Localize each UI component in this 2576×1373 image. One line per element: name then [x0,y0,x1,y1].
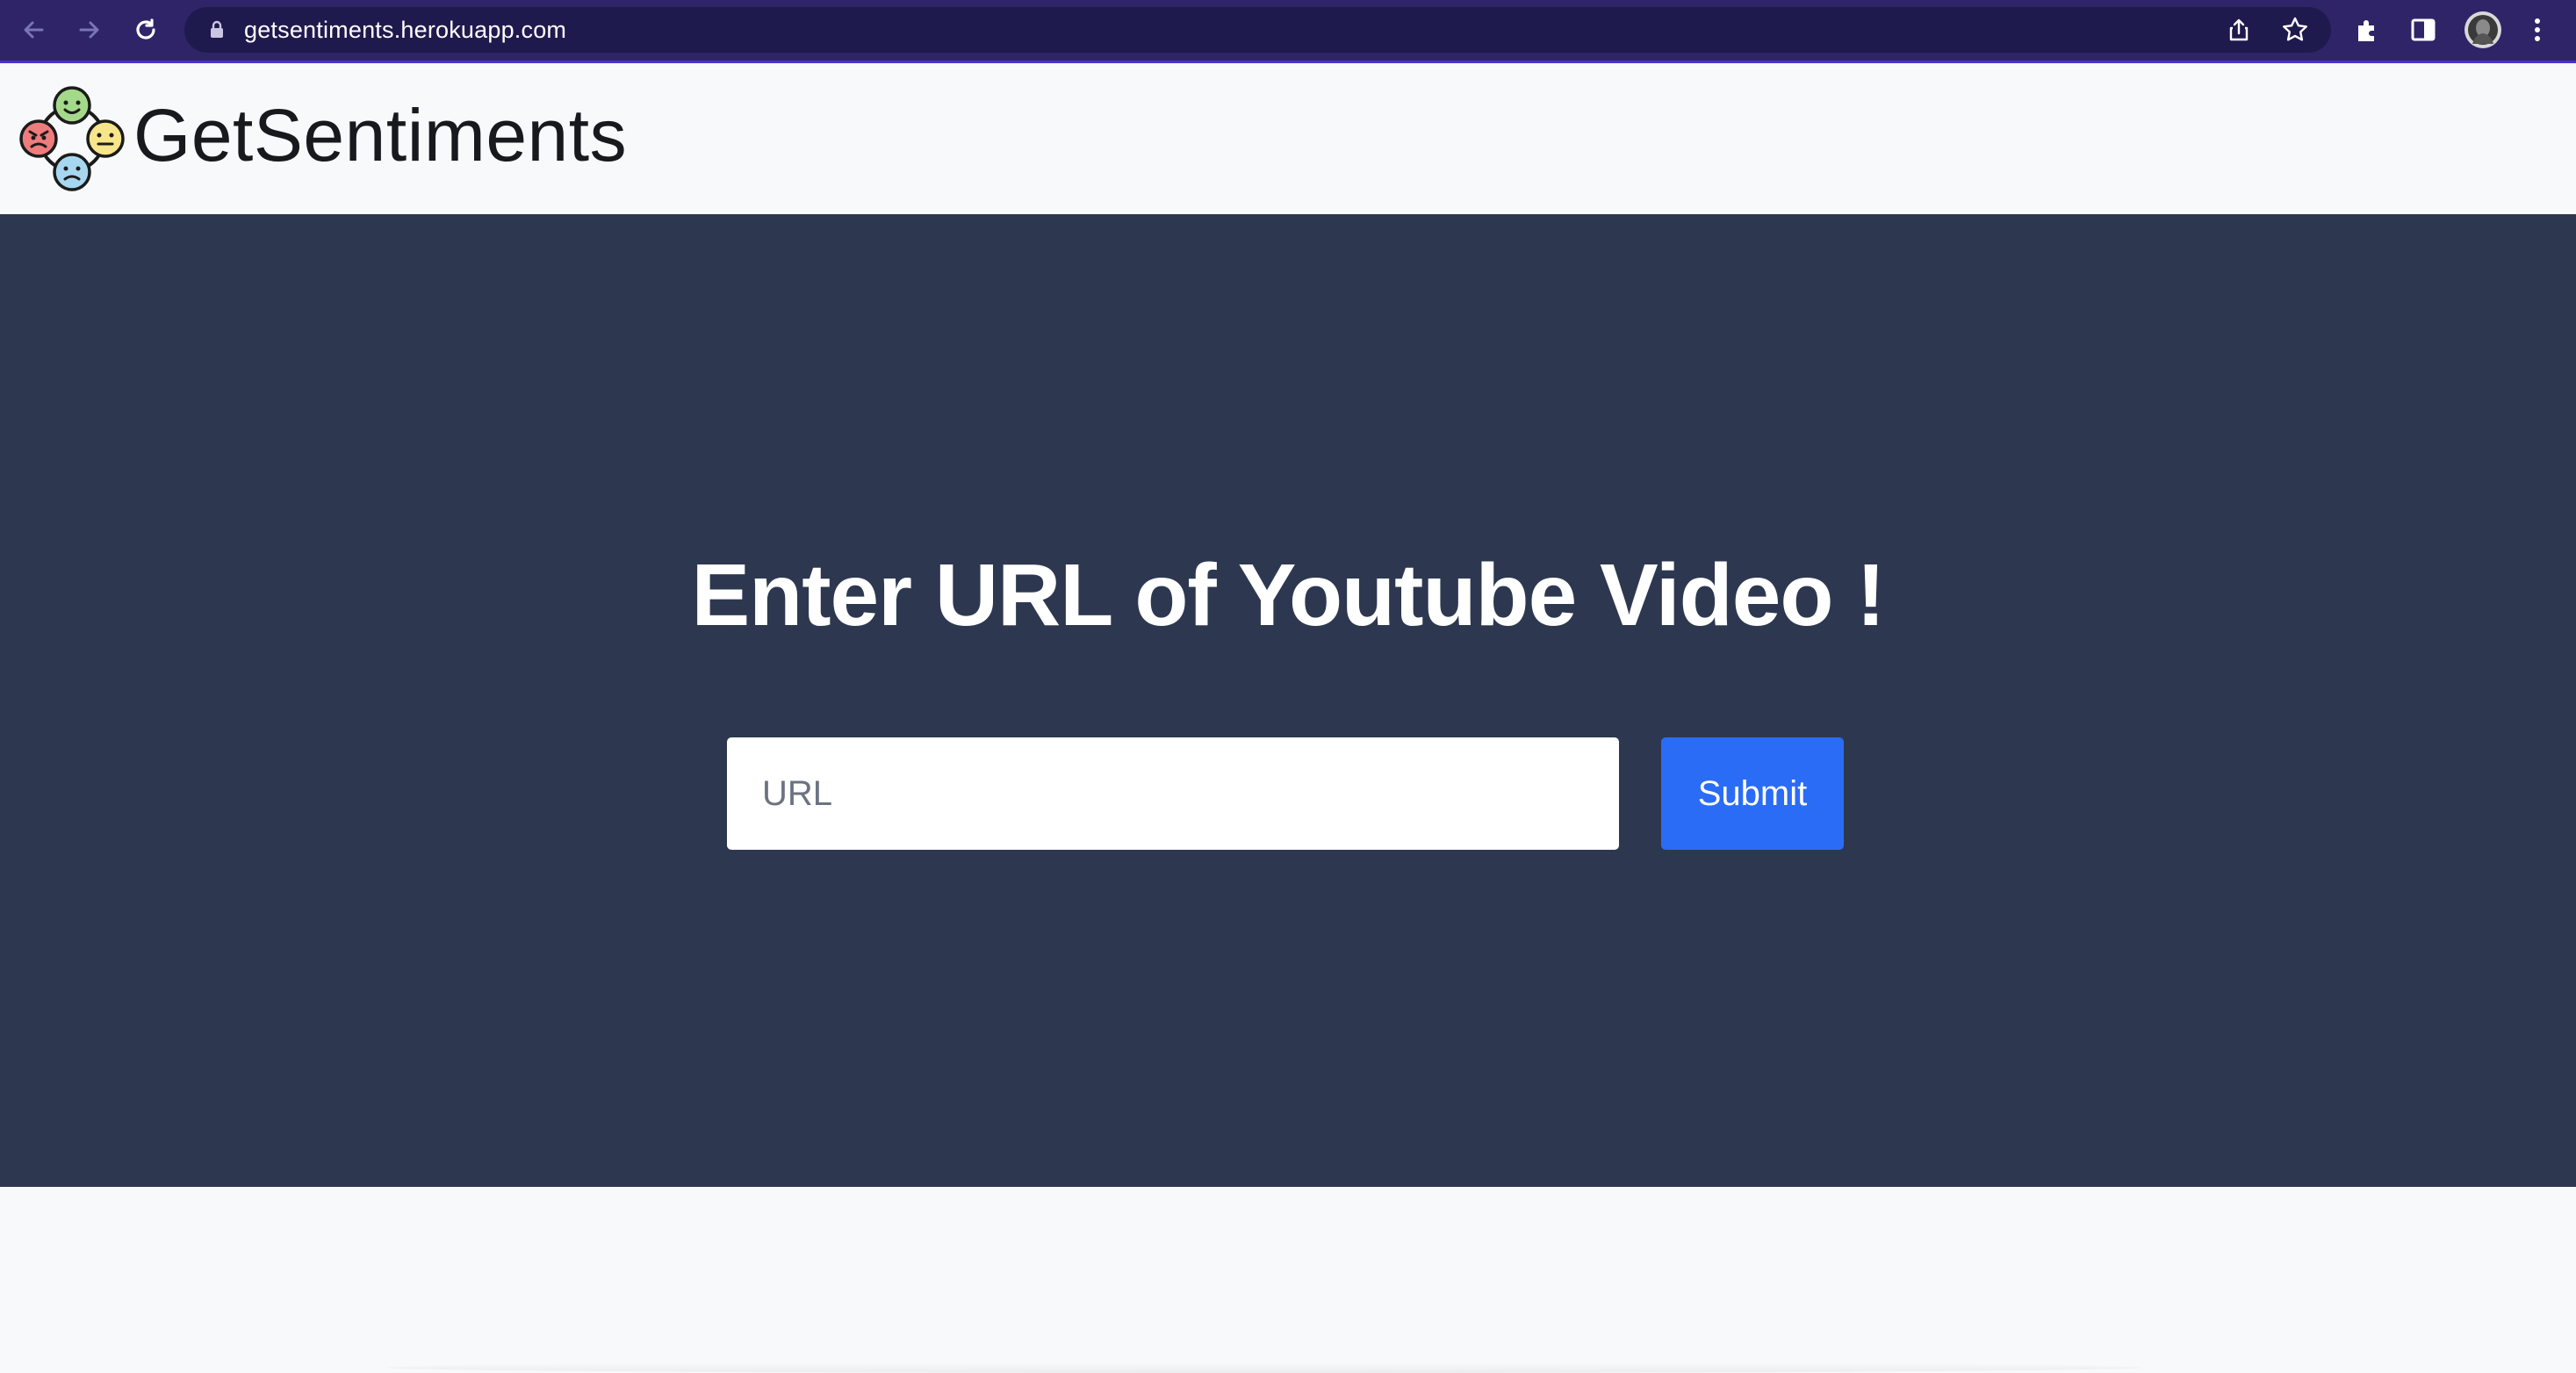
puzzle-icon[interactable] [2349,12,2385,47]
share-icon[interactable] [2223,14,2255,46]
back-arrow-icon[interactable] [16,12,51,47]
browser-toolbar: getsentiments.herokuapp.com [0,0,2576,63]
address-bar[interactable]: getsentiments.herokuapp.com [184,7,2331,53]
kebab-menu-icon[interactable] [2520,12,2555,47]
lock-icon [206,19,227,40]
star-icon[interactable] [2279,14,2311,46]
submit-button[interactable]: Submit [1661,737,1844,850]
divider [386,1362,2142,1373]
page-title: Enter URL of Youtube Video ! [691,546,1885,644]
page-footer-area [0,1187,2576,1373]
url-input[interactable] [727,737,1619,850]
avatar[interactable] [2462,9,2504,51]
emoji-faces-logo[interactable] [18,84,126,193]
side-panel-icon[interactable] [2406,12,2441,47]
brand-name[interactable]: GetSentiments [133,98,627,172]
reload-icon[interactable] [128,12,163,47]
hero-section: Enter URL of Youtube Video ! Submit [0,214,2576,1187]
address-text[interactable]: getsentiments.herokuapp.com [244,7,566,53]
site-header: GetSentiments [0,63,2576,214]
forward-arrow-icon[interactable] [72,12,107,47]
